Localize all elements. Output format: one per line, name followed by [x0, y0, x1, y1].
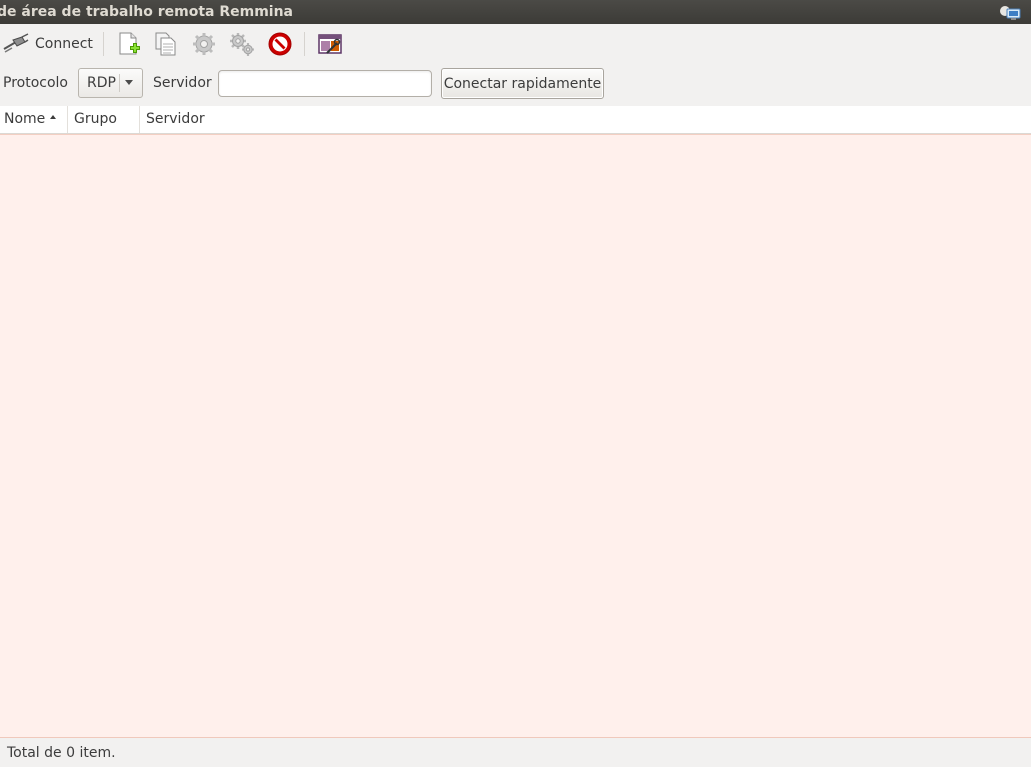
- protocol-value: RDP: [87, 75, 116, 91]
- toolbar-separator: [103, 32, 104, 56]
- plug-icon: [3, 33, 29, 55]
- delete-connection-button[interactable]: [267, 30, 293, 58]
- quick-connect-button[interactable]: Conectar rapidamente: [441, 68, 604, 99]
- remmina-main-window: de área de trabalho remota Remmina Conne…: [0, 0, 1031, 767]
- column-header-name[interactable]: Nome: [0, 106, 68, 133]
- window-tools-icon: [317, 31, 343, 57]
- no-entry-icon: [267, 31, 293, 57]
- connect-button[interactable]: Connect: [3, 30, 93, 58]
- column-header-group[interactable]: Grupo: [68, 106, 140, 133]
- main-toolbar: Connect: [0, 24, 1031, 64]
- combo-separator: [119, 74, 120, 92]
- window-title: de área de trabalho remota Remmina: [0, 4, 294, 20]
- copy-connection-button[interactable]: [154, 30, 178, 58]
- gear-icon: [191, 31, 217, 57]
- tools-button[interactable]: [317, 30, 343, 58]
- copy-icon: [154, 31, 178, 57]
- column-group-label: Grupo: [74, 111, 117, 127]
- chevron-down-icon: [125, 80, 133, 85]
- quick-connect-bar: Protocolo RDP Servidor Conectar rapidame…: [0, 64, 1031, 106]
- new-connection-button[interactable]: [117, 30, 141, 58]
- sort-ascending-icon: [50, 115, 57, 119]
- new-file-icon: [117, 31, 141, 57]
- gears-icon: [228, 31, 256, 57]
- column-header-server[interactable]: Servidor: [140, 106, 1031, 133]
- status-text: Total de 0 item.: [7, 745, 116, 761]
- server-label: Servidor: [153, 75, 212, 91]
- status-bar: Total de 0 item.: [0, 738, 1031, 767]
- protocol-select[interactable]: RDP: [78, 68, 143, 98]
- toolbar-separator: [304, 32, 305, 56]
- column-server-label: Servidor: [146, 111, 205, 127]
- connection-list[interactable]: [0, 134, 1031, 738]
- protocol-label: Protocolo: [3, 75, 68, 91]
- edit-connection-button[interactable]: [191, 30, 217, 58]
- server-input[interactable]: [218, 70, 432, 97]
- title-bar[interactable]: de área de trabalho remota Remmina: [0, 0, 1031, 24]
- preferences-button[interactable]: [228, 30, 256, 58]
- connect-label: Connect: [35, 36, 93, 52]
- remmina-tray-icon[interactable]: [997, 3, 1023, 21]
- connection-list-header: Nome Grupo Servidor: [0, 106, 1031, 134]
- column-name-label: Nome: [4, 111, 46, 127]
